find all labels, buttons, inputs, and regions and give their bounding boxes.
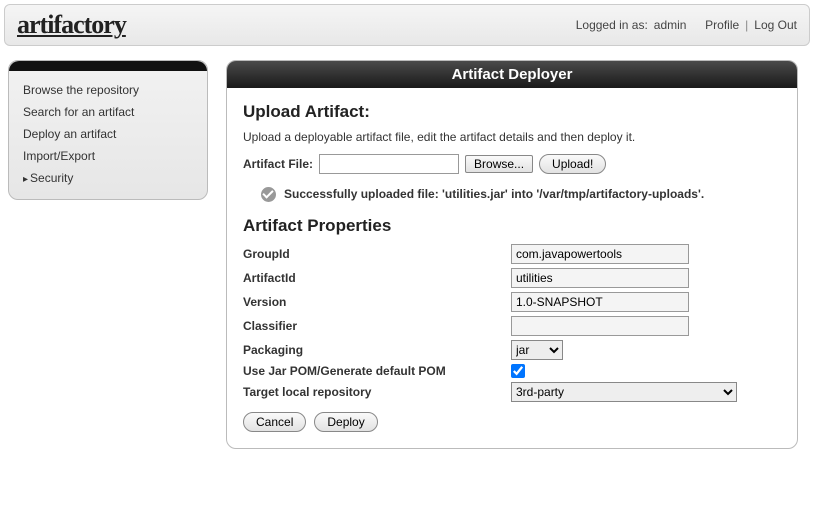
status-text: Successfully uploaded file: 'utilities.j… [284,186,704,202]
input-version[interactable] [511,292,689,312]
sidebar-list: Browse the repository Search for an arti… [9,71,207,189]
browse-button[interactable]: Browse... [465,155,533,173]
sidebar-item-deploy[interactable]: Deploy an artifact [9,123,207,145]
row-targetrepo: Target local repository 3rd-party [243,382,781,402]
logo: artifactory [17,10,126,40]
row-classifier: Classifier [243,316,781,336]
upload-description: Upload a deployable artifact file, edit … [243,130,781,144]
label-groupid: GroupId [243,247,511,261]
panel-title: Artifact Deployer [227,61,797,88]
panel-body: Upload Artifact: Upload a deployable art… [227,88,797,448]
row-packaging: Packaging jar [243,340,781,360]
properties-heading: Artifact Properties [243,216,781,236]
app-header: artifactory Logged in as: admin Profile … [4,4,810,46]
input-classifier[interactable] [511,316,689,336]
label-targetrepo: Target local repository [243,385,511,399]
content-area: Browse the repository Search for an arti… [0,50,814,459]
input-groupid[interactable] [511,244,689,264]
profile-link[interactable]: Profile [705,18,739,32]
sidebar-item-browse[interactable]: Browse the repository [9,79,207,101]
label-usepom: Use Jar POM/Generate default POM [243,364,511,378]
row-artifactid: ArtifactId [243,268,781,288]
logged-in-user: admin [654,18,687,32]
artifact-file-input[interactable] [319,154,459,174]
sidebar-item-security[interactable]: Security [9,167,207,189]
select-packaging[interactable]: jar [511,340,563,360]
input-artifactid[interactable] [511,268,689,288]
logout-link[interactable]: Log Out [754,18,797,32]
upload-heading: Upload Artifact: [243,102,781,122]
properties-form: GroupId ArtifactId Version Classifier Pa… [243,244,781,402]
separator: | [745,18,748,32]
row-version: Version [243,292,781,312]
cancel-button[interactable]: Cancel [243,412,306,432]
action-row: Cancel Deploy [243,412,781,432]
logged-in-prefix: Logged in as: [576,18,648,32]
deploy-button[interactable]: Deploy [314,412,377,432]
sidebar-item-import-export[interactable]: Import/Export [9,145,207,167]
sidebar-item-search[interactable]: Search for an artifact [9,101,207,123]
upload-button[interactable]: Upload! [539,154,606,174]
sidebar: Browse the repository Search for an arti… [8,60,208,200]
file-row: Artifact File: Browse... Upload! [243,154,781,174]
checkbox-usepom[interactable] [511,364,525,378]
header-user-area: Logged in as: admin Profile | Log Out [576,18,797,32]
status-row: Successfully uploaded file: 'utilities.j… [261,186,781,202]
select-targetrepo[interactable]: 3rd-party [511,382,737,402]
label-artifactid: ArtifactId [243,271,511,285]
label-version: Version [243,295,511,309]
label-packaging: Packaging [243,343,511,357]
label-classifier: Classifier [243,319,511,333]
row-groupid: GroupId [243,244,781,264]
success-icon [261,187,276,202]
file-label: Artifact File: [243,157,313,171]
deployer-panel: Artifact Deployer Upload Artifact: Uploa… [226,60,798,449]
row-usepom: Use Jar POM/Generate default POM [243,364,781,378]
